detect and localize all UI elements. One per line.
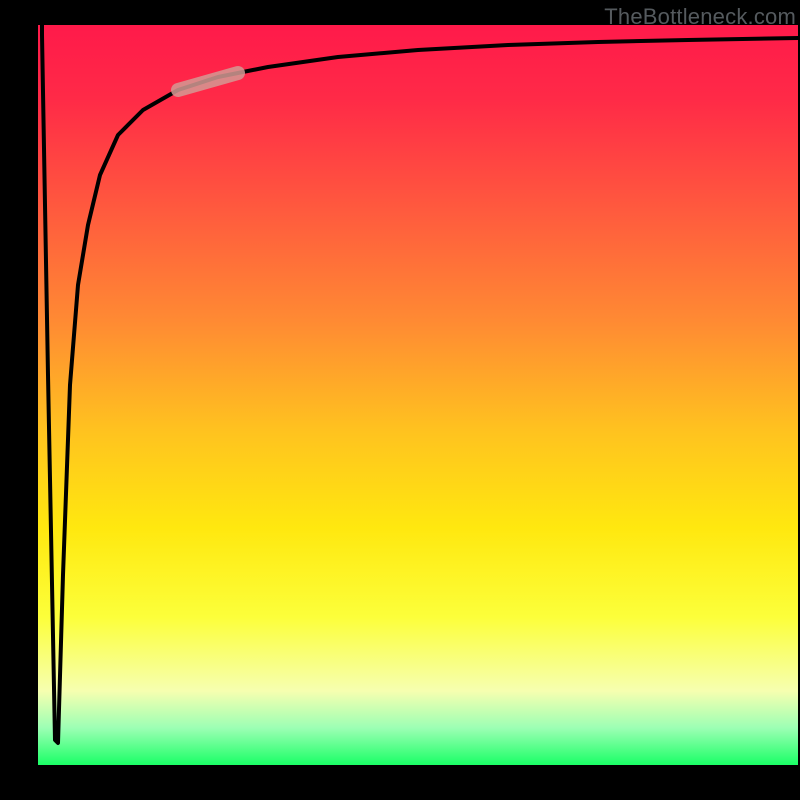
curve-layer <box>38 25 798 765</box>
plot-area <box>38 25 798 765</box>
watermark-text: TheBottleneck.com <box>604 4 796 30</box>
main-curve <box>42 25 798 743</box>
highlight-segment <box>178 73 238 90</box>
chart-stage: TheBottleneck.com <box>0 0 800 800</box>
